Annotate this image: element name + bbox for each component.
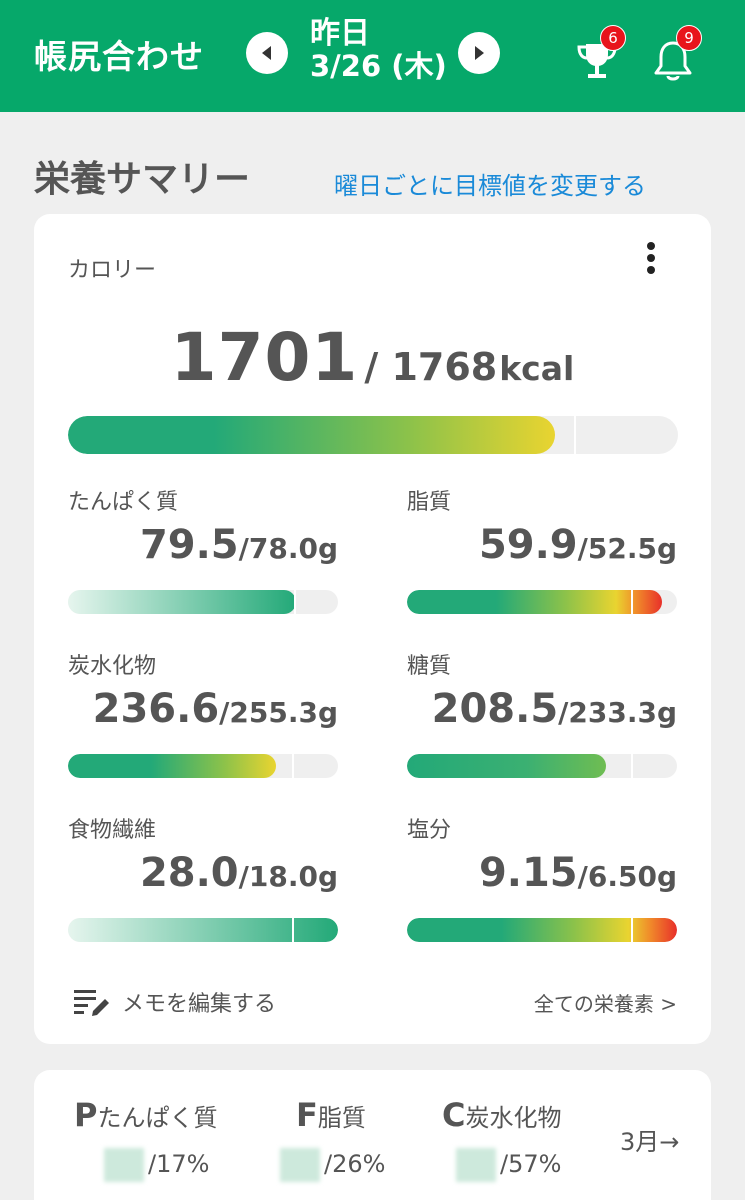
all-nutrients-link[interactable]: 全ての栄養素 > bbox=[534, 988, 677, 1017]
previous-day-button[interactable] bbox=[246, 32, 288, 74]
pfc-fat: F脂質 /26% bbox=[280, 1096, 385, 1182]
calorie-unit: kcal bbox=[499, 349, 575, 388]
trophy-badge: 6 bbox=[600, 25, 626, 51]
nutrient-progress-bar bbox=[68, 918, 338, 942]
blurred-value bbox=[104, 1148, 144, 1182]
nutrient-name: 塩分 bbox=[407, 818, 452, 843]
nutrient-progress-bar bbox=[68, 590, 338, 614]
target-marker bbox=[292, 754, 294, 778]
pfc-carbohydrate: C炭水化物 /57% bbox=[442, 1096, 561, 1182]
calorie-target-marker bbox=[574, 416, 576, 454]
notification-badge: 9 bbox=[676, 25, 702, 51]
nutrient-value: 9.15/6.50g bbox=[478, 850, 677, 896]
nutrient-value: 28.0/18.0g bbox=[139, 850, 338, 896]
app-header: 帳尻合わせ 昨日 3/26 (木) 6 9 bbox=[0, 0, 745, 112]
nutrient-progress-bar bbox=[407, 590, 677, 614]
target-marker bbox=[631, 590, 633, 614]
change-weekday-target-link[interactable]: 曜日ごとに目標値を変更する bbox=[334, 166, 646, 201]
calorie-target: / 1768 bbox=[364, 345, 498, 389]
date-label: 3/26 (木) bbox=[310, 49, 447, 83]
more-options-icon[interactable] bbox=[639, 238, 663, 278]
nutrient-progress-fill bbox=[407, 590, 663, 614]
edit-memo-button[interactable]: メモを編集する bbox=[72, 984, 276, 1020]
target-marker bbox=[294, 590, 296, 614]
month-link[interactable]: 3月→ bbox=[620, 1122, 679, 1157]
section-title: 栄養サマリー bbox=[34, 159, 251, 200]
calorie-label: カロリー bbox=[68, 258, 157, 283]
nutrient-progress-fill bbox=[68, 754, 277, 778]
notifications-button[interactable]: 9 bbox=[650, 25, 702, 84]
nutrient-progress-fill bbox=[68, 918, 338, 942]
nutrient-value: 79.5/78.0g bbox=[139, 522, 338, 568]
blurred-value bbox=[456, 1148, 496, 1182]
calorie-progress-bar bbox=[68, 416, 678, 454]
nutrient-value: 208.5/233.3g bbox=[431, 686, 677, 732]
calorie-progress-fill bbox=[68, 416, 555, 454]
nutrient-progress-fill bbox=[68, 590, 297, 614]
calorie-intake: 1701 bbox=[170, 319, 359, 396]
nutrient-progress-bar bbox=[407, 754, 677, 778]
nutrient-progress-bar bbox=[407, 918, 677, 942]
nutrient-name: 脂質 bbox=[407, 490, 452, 515]
nutrient-progress-fill bbox=[407, 918, 677, 942]
nutrient-progress-fill bbox=[407, 754, 607, 778]
target-marker bbox=[631, 754, 633, 778]
triangle-right-icon bbox=[475, 46, 484, 60]
nutrient-name: 糖質 bbox=[407, 654, 452, 679]
triangle-left-icon bbox=[262, 46, 271, 60]
pfc-protein: Pたんぱく質 /17% bbox=[74, 1096, 217, 1182]
next-day-button[interactable] bbox=[458, 32, 500, 74]
date-selector[interactable]: 昨日 3/26 (木) bbox=[300, 14, 450, 86]
app-title: 帳尻合わせ bbox=[34, 37, 204, 76]
target-marker bbox=[292, 918, 294, 942]
edit-memo-label: メモを編集する bbox=[122, 992, 277, 1017]
pfc-balance-card[interactable]: Pたんぱく質 /17% F脂質 /26% C炭水化物 /57% 3月→ bbox=[34, 1070, 711, 1200]
blurred-value bbox=[280, 1148, 320, 1182]
nutrient-name: 炭水化物 bbox=[68, 654, 157, 679]
nutrient-progress-bar bbox=[68, 754, 338, 778]
nutrient-value: 236.6/255.3g bbox=[92, 686, 338, 732]
calorie-value: 1701/ 1768kcal bbox=[34, 319, 711, 396]
nutrient-name: 食物繊維 bbox=[68, 818, 157, 843]
trophy-button[interactable]: 6 bbox=[574, 25, 626, 84]
nutrition-summary-card: カロリー 1701/ 1768kcal たんぱく質 79.5/78.0g 脂質 … bbox=[34, 214, 711, 1044]
nutrient-name: たんぱく質 bbox=[68, 490, 179, 515]
edit-note-icon bbox=[74, 990, 109, 1016]
target-marker bbox=[631, 918, 633, 942]
nutrient-value: 59.9/52.5g bbox=[478, 522, 677, 568]
